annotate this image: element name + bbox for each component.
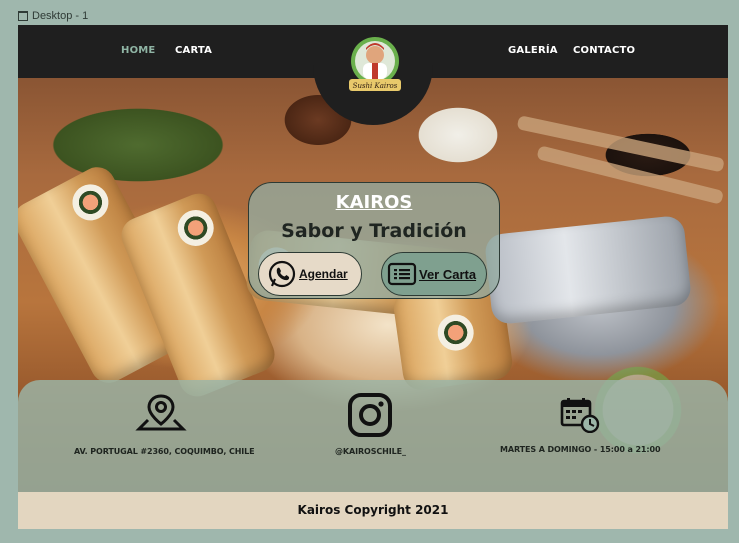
footer: Kairos Copyright 2021 bbox=[18, 492, 728, 529]
ver-carta-button[interactable]: Ver Carta bbox=[381, 252, 487, 296]
sushi-kairos-logo[interactable]: Sushi Kairos bbox=[346, 35, 404, 97]
hours-text: MARTES A DOMINGO - 15:00 a 21:00 bbox=[500, 445, 661, 454]
hero-subtitle: Sabor y Tradición bbox=[281, 220, 467, 242]
frame-label: Desktop - 1 bbox=[18, 10, 88, 22]
map-pin-icon bbox=[135, 394, 187, 431]
instagram-icon[interactable] bbox=[348, 393, 392, 437]
nav-carta[interactable]: CARTA bbox=[175, 45, 212, 56]
logo-text: Sushi Kairos bbox=[353, 82, 398, 90]
nav-galeria[interactable]: GALERÍA bbox=[508, 45, 558, 56]
agendar-label: Agendar bbox=[299, 267, 348, 281]
calendar-clock-icon bbox=[560, 398, 600, 433]
desktop-frame: HOME CARTA GALERÍA CONTACTO Sushi Kairos… bbox=[18, 25, 728, 529]
nav-home[interactable]: HOME bbox=[121, 45, 155, 56]
address-text: AV. PORTUGAL #2360, COQUIMBO, CHILE bbox=[74, 447, 255, 456]
nav-contacto[interactable]: CONTACTO bbox=[573, 45, 635, 56]
frame-icon bbox=[18, 11, 28, 21]
frame-label-text: Desktop - 1 bbox=[32, 10, 89, 22]
whatsapp-icon bbox=[268, 260, 296, 288]
ver-carta-label: Ver Carta bbox=[419, 266, 477, 282]
agendar-button[interactable]: Agendar bbox=[258, 252, 362, 296]
hero-title: KAIROS bbox=[335, 192, 413, 213]
copyright-text: Kairos Copyright 2021 bbox=[297, 503, 449, 517]
instagram-handle[interactable]: @KAIROSCHILE_ bbox=[335, 447, 406, 456]
menu-card-icon bbox=[387, 262, 417, 286]
